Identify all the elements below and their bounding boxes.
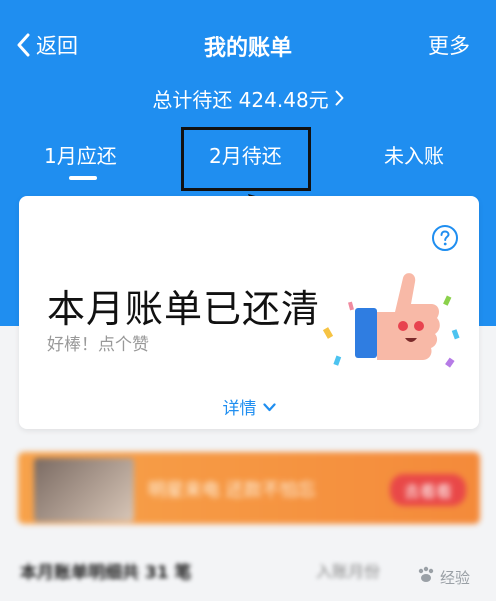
thumbs-up-icon — [322, 273, 460, 368]
navigation-bar: 返回 我的账单 更多 — [0, 18, 496, 74]
active-tab-indicator — [69, 176, 97, 180]
bill-cleared-heading: 本月账单已还清 — [47, 287, 321, 331]
details-toggle[interactable]: 详情 — [19, 394, 479, 419]
chevron-right-icon — [335, 87, 344, 111]
tab-january-due[interactable]: 1月应还 — [44, 140, 117, 169]
banner-button[interactable]: 去看看 — [390, 474, 467, 506]
total-due-link[interactable]: 总计待还 424.48元 — [0, 84, 496, 113]
paw-icon — [416, 565, 436, 589]
tab-unbilled[interactable]: 未入账 — [384, 140, 444, 169]
banner-text: 明星来电 还款不怕忘 — [148, 480, 316, 501]
chevron-down-icon — [262, 397, 276, 417]
annotation-highlight-box — [181, 127, 311, 191]
banner-photo — [34, 458, 134, 522]
more-button[interactable]: 更多 — [428, 30, 470, 60]
back-label: 返回 — [36, 34, 78, 58]
watermark: 经验 — [416, 565, 470, 589]
question-circle-icon[interactable] — [431, 224, 459, 256]
details-label: 详情 — [222, 399, 257, 419]
watermark-text: 经验 — [439, 568, 470, 587]
statement-month: 入账月份 — [316, 562, 381, 581]
back-button[interactable]: 返回 — [16, 30, 78, 60]
bill-status-card: 本月账单已还清 好棒！点个赞 详情 — [19, 196, 479, 429]
statement-count: 本月账单明细共 31 笔 — [20, 563, 192, 583]
total-due-label: 总计待还 424.48元 — [152, 88, 329, 112]
chevron-left-icon — [16, 33, 30, 57]
promo-banner[interactable]: 明星来电 还款不怕忘 去看看 — [18, 452, 480, 524]
bill-cleared-subtext: 好棒！点个赞 — [47, 335, 149, 355]
